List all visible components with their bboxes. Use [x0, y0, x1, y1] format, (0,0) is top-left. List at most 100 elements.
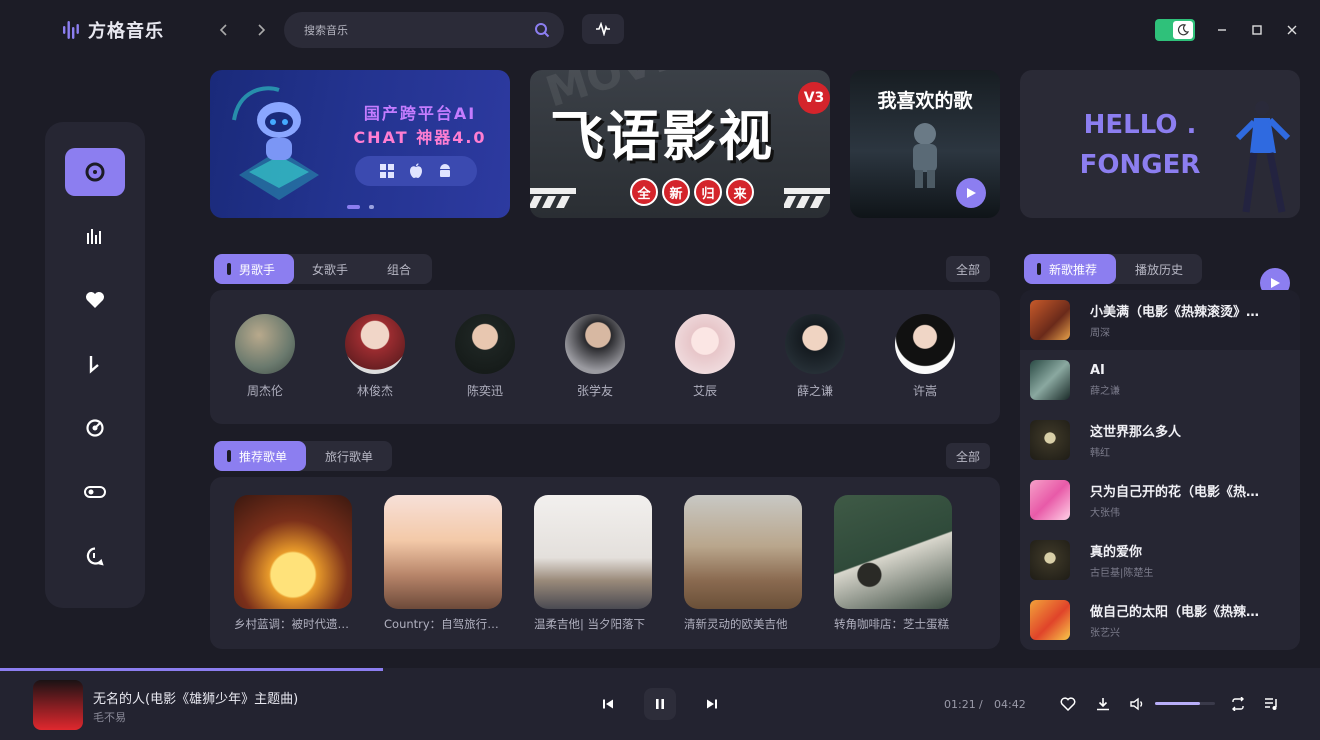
song-cover [1030, 420, 1070, 460]
artist-name: 艾辰 [692, 384, 717, 398]
playlists-panel: 乡村蓝调：被时代遗忘的旋律 Country：自驾旅行路上 温柔吉他| 当夕阳落下… [210, 477, 1000, 649]
tab-play-history[interactable]: 播放历史 [1116, 254, 1202, 284]
sidebar-item-settings[interactable] [65, 468, 125, 516]
sidebar-item-radar[interactable] [65, 404, 125, 452]
artists-panel: 周杰伦 林俊杰 陈奕迅 张学友 艾辰 薛之谦 许嵩 [210, 290, 1000, 424]
song-item[interactable]: 这世界那么多人 韩红 [1020, 410, 1300, 470]
playlist-card[interactable]: 温柔吉他| 当夕阳落下 [534, 495, 652, 632]
song-item[interactable]: 做自己的太阳（电影《热辣滚烫》） 张艺兴 [1020, 590, 1300, 650]
maximize-button[interactable] [1247, 20, 1267, 40]
avatar [785, 314, 845, 374]
song-title: 做自己的太阳（电影《热辣滚烫》） [1090, 605, 1270, 620]
song-item[interactable]: AI 薛之谦 [1020, 350, 1300, 410]
artist-item[interactable]: 张学友 [565, 314, 625, 399]
playlist-tabs: 推荐歌单 旅行歌单 [214, 441, 392, 471]
back-button[interactable] [212, 18, 236, 42]
banner-ai-line2: CHAT 神器4.0 [353, 128, 487, 147]
current-time: 01:21 [944, 698, 976, 711]
playlist-cover [384, 495, 502, 609]
play-icon [1271, 278, 1280, 288]
play-icon [967, 188, 976, 198]
repeat-icon [1232, 697, 1244, 711]
playlist-cover [834, 495, 952, 609]
banner-dot-active[interactable] [347, 205, 360, 209]
banner-movies[interactable]: MOVIES 飞语影视 V3 全 新 归 来 [530, 70, 830, 218]
speaker-icon [1130, 697, 1143, 711]
playback-progress-bar[interactable] [0, 668, 383, 671]
avatar [675, 314, 735, 374]
artist-item[interactable]: 许嵩 [895, 314, 955, 399]
banner-hello[interactable]: HELLO . FONGER [1020, 70, 1300, 218]
sidebar-item-music[interactable] [65, 340, 125, 388]
playlist-queue-button[interactable] [1262, 694, 1282, 714]
chat-face-icon [86, 547, 104, 566]
artist-item[interactable]: 薛之谦 [785, 314, 845, 399]
like-button[interactable] [1058, 694, 1078, 714]
song-item[interactable]: 真的爱你 古巨基|陈楚生 [1020, 530, 1300, 590]
artist-item[interactable]: 林俊杰 [345, 314, 405, 399]
playlist-card[interactable]: 乡村蓝调：被时代遗忘的旋律 [234, 495, 352, 632]
artist-item[interactable]: 陈奕迅 [455, 314, 515, 399]
song-cover [1030, 540, 1070, 580]
app-logo: 方格音乐 [62, 16, 164, 44]
song-item[interactable]: 小美满（电影《热辣滚烫》主题曲） 周深 [1020, 290, 1300, 350]
banner-favorites[interactable]: 我喜欢的歌 [850, 70, 1000, 218]
theme-toggle[interactable] [1155, 19, 1195, 41]
tab-groups[interactable]: 组合 [366, 254, 432, 284]
robot-illustration [232, 86, 319, 200]
tab-female-singers[interactable]: 女歌手 [294, 254, 366, 284]
hello-line1: HELLO . [1083, 110, 1197, 140]
previous-button[interactable] [598, 694, 618, 714]
search-icon[interactable] [534, 22, 550, 38]
download-button[interactable] [1093, 694, 1113, 714]
sidebar-item-favorites[interactable] [65, 276, 125, 324]
playlist-cover [534, 495, 652, 609]
playlist-card[interactable]: 转角咖啡店：芝士蛋糕 [834, 495, 952, 632]
pause-button[interactable] [644, 688, 676, 720]
tab-new-songs[interactable]: 新歌推荐 [1024, 254, 1116, 284]
windows-icon [380, 164, 395, 178]
sidebar-item-charts[interactable] [65, 212, 125, 260]
volume-slider[interactable] [1155, 702, 1215, 705]
playlist-card[interactable]: 清新灵动的欧美吉他 [684, 495, 802, 632]
song-title: 真的爱你 [1090, 545, 1143, 560]
forward-button[interactable] [249, 18, 273, 42]
song-item[interactable]: 只为自己开的花（电影《热辣滚烫》） 大张伟 [1020, 470, 1300, 530]
artist-item[interactable]: 周杰伦 [235, 314, 295, 399]
next-button[interactable] [702, 694, 722, 714]
search-input[interactable] [304, 23, 534, 37]
song-tabs: 新歌推荐 播放历史 [1024, 254, 1202, 284]
sidebar-item-discover[interactable] [65, 148, 125, 196]
playlist-card[interactable]: Country：自驾旅行路上 [384, 495, 502, 632]
banner-dot[interactable] [369, 205, 374, 209]
artists-all-button[interactable]: 全部 [946, 256, 990, 282]
artist-name: 薛之谦 [796, 384, 833, 398]
tab-recommended-playlists[interactable]: 推荐歌单 [214, 441, 306, 471]
playlist-name: 清新灵动的欧美吉他 [684, 617, 788, 631]
close-icon [1287, 25, 1297, 35]
now-playing-cover[interactable] [33, 680, 83, 730]
playlist-name: 转角咖啡店：芝士蛋糕 [834, 617, 949, 631]
artist-item[interactable]: 艾辰 [675, 314, 735, 399]
artist-name: 陈奕迅 [466, 384, 503, 398]
volume-button[interactable] [1128, 694, 1148, 714]
audio-wave-button[interactable] [582, 14, 624, 44]
tab-travel-playlists[interactable]: 旅行歌单 [306, 441, 392, 471]
banner-ai-chat[interactable]: 国产跨平台AI CHAT 神器4.0 [210, 70, 510, 218]
repeat-button[interactable] [1228, 694, 1248, 714]
sidebar-item-chat[interactable] [65, 532, 125, 580]
song-cover [1030, 300, 1070, 340]
minimize-button[interactable] [1212, 20, 1232, 40]
artist-tabs: 男歌手 女歌手 组合 [214, 254, 432, 284]
app-name: 方格音乐 [88, 21, 164, 42]
close-button[interactable] [1282, 20, 1302, 40]
now-playing-artist: 毛不易 [93, 711, 126, 724]
favorites-play-button[interactable] [956, 178, 986, 208]
chevron-left-icon [219, 24, 227, 36]
heart-icon [86, 292, 104, 308]
playlists-all-button[interactable]: 全部 [946, 443, 990, 469]
song-title: 小美满（电影《热辣滚烫》主题曲） [1090, 305, 1270, 320]
tab-male-singers[interactable]: 男歌手 [214, 254, 294, 284]
song-cover [1030, 600, 1070, 640]
artist-name: 林俊杰 [356, 384, 393, 398]
